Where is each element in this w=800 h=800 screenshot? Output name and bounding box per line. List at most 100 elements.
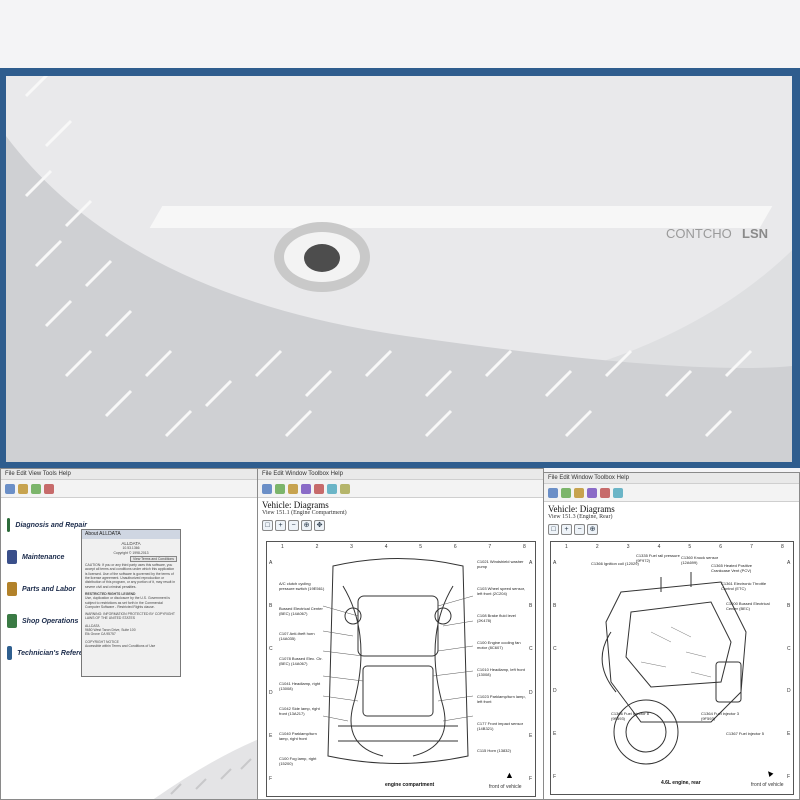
diagram-callout[interactable]: C100 Engine cooling fan motor (8C607): [477, 640, 529, 650]
grid-column-label: 2: [595, 544, 599, 550]
nav-item-maintenance[interactable]: Maintenance: [7, 541, 87, 573]
zoom-window-icon[interactable]: ⊕: [301, 520, 312, 531]
grid-row-label: F: [787, 774, 791, 780]
engine-compartment-diagram[interactable]: 12345678 AABBCCDDEEFF A/C clutch cycling…: [266, 541, 536, 797]
grid-column-label: 4: [657, 544, 661, 550]
menubar[interactable]: File Edit Window Toolbox Help: [544, 473, 799, 484]
diagram-callout[interactable]: C1366 Fuel injector 8 (9F593): [611, 711, 659, 721]
about-address-2: Elk Grove CA 95757: [85, 632, 116, 637]
print-icon[interactable]: [31, 483, 41, 494]
home-icon[interactable]: [5, 483, 15, 494]
splash-banner: [149, 206, 773, 228]
grid-column-label: 6: [719, 544, 723, 550]
diagram-callout[interactable]: C1365 Heated Positive Crankcase Vent (PC…: [711, 563, 759, 573]
grid-row-label: C: [553, 645, 557, 652]
folder-icon[interactable]: [18, 483, 28, 494]
menubar[interactable]: File Edit Window Toolbox Help: [258, 469, 543, 480]
arrow-up-icon: ▲: [762, 766, 777, 780]
diagram-callout[interactable]: C103 Wheel speed sensor, left front (2C2…: [477, 586, 529, 596]
diamond-plate-graphic: [6, 76, 792, 462]
diagram-callout[interactable]: C107 Anti-theft horn (14A035): [279, 631, 327, 641]
forward-icon[interactable]: [275, 483, 285, 494]
grid-column-label: 8: [781, 544, 784, 550]
nav-item-diagnosis[interactable]: Diagnosis and Repair: [7, 509, 87, 541]
diagram-callout[interactable]: C1335 Fuel rail pressure (9F972): [636, 553, 684, 563]
diagram-callout[interactable]: C1042 Side lamp, right front (13A217): [279, 706, 327, 716]
building-icon: [7, 614, 17, 628]
menubar[interactable]: File Edit View Tools Help: [1, 469, 257, 480]
grid-row-label: E: [787, 731, 791, 738]
grid-row-label: B: [787, 602, 791, 609]
diagram-callout[interactable]: C115 Horn (13832): [477, 748, 529, 754]
nav-item-shop-operations[interactable]: Shop Operations: [7, 605, 87, 637]
engine-compartment-drawing: [323, 558, 473, 764]
nav-label: Diagnosis and Repair: [15, 521, 87, 529]
nav-item-parts-labor[interactable]: Parts and Labor: [7, 573, 87, 605]
splash-mid-text: CONTCHO: [666, 226, 732, 241]
about-caution-text: CAUTION: If you or any third party uses …: [85, 563, 176, 589]
diagram-callout[interactable]: C1367 Fuel injector 5: [726, 731, 774, 737]
grid-row-label: B: [529, 603, 533, 610]
zoom-out-icon[interactable]: −: [288, 520, 299, 531]
diagram-view-label: View 151.1 (Engine Compartment): [262, 510, 347, 516]
decorative-plate-graphic: [153, 739, 257, 799]
diagram-callout[interactable]: C177 Front impact sensor (14B321): [477, 721, 529, 731]
diagram-callout[interactable]: A/C clutch cycling pressure switch (19E5…: [279, 581, 327, 591]
grid-column-label: 7: [488, 544, 492, 550]
diagram-callout[interactable]: C1366 Ignition coil (12029): [591, 561, 639, 567]
zoom-out-icon[interactable]: −: [574, 524, 585, 535]
bookmark-icon[interactable]: [327, 483, 337, 494]
front-of-vehicle-label: front of vehicle: [751, 782, 784, 788]
zoom-in-icon[interactable]: +: [561, 524, 572, 535]
diagram-callout[interactable]: C1000 Bussed Electrical Center (BEC): [726, 601, 774, 611]
grid-row-label: B: [269, 603, 273, 610]
zoom-fit-icon[interactable]: □: [262, 520, 273, 531]
zoom-controls: □ + − ⊕: [544, 522, 799, 537]
diagram-callout[interactable]: C1364 Fuel injector 3 (9F593): [701, 711, 749, 721]
back-icon[interactable]: [548, 487, 558, 498]
stop-icon[interactable]: [600, 487, 610, 498]
note-icon[interactable]: [340, 483, 350, 494]
view-terms-button[interactable]: View Terms and Conditions: [130, 555, 177, 562]
diagram-callout[interactable]: C1023 Parklamp/turn lamp, left front: [477, 694, 529, 704]
diagram-callout[interactable]: C1010 Headlamp, left front (13008): [477, 667, 529, 677]
bookmark-icon[interactable]: [613, 487, 623, 498]
splash-brand-text: LSN: [742, 226, 768, 241]
forward-icon[interactable]: [561, 487, 571, 498]
gear-icon: [7, 582, 17, 596]
pan-icon[interactable]: ✥: [314, 520, 325, 531]
engine-rear-diagram[interactable]: 1 2 3 4 5 6 7 8 A A B B C C D D E E F F C1366 Ignition coi…: [550, 541, 794, 795]
grid-column-label: 1: [565, 544, 568, 550]
grid-column-label: 5: [419, 544, 423, 550]
app-logo: [274, 222, 370, 292]
grid-row-label: A: [269, 560, 273, 566]
stop-icon[interactable]: [314, 483, 324, 494]
reference-book-icon: [7, 646, 13, 660]
diagram-callout[interactable]: C1040 Parklamp/turn lamp, right front: [279, 731, 327, 741]
zoom-in-icon[interactable]: +: [275, 520, 286, 531]
grid-row-label: B: [553, 602, 557, 609]
diagram-callout[interactable]: C1021 Windshield washer pump: [477, 559, 529, 569]
print-icon[interactable]: [288, 483, 298, 494]
nav-item-technician-reference[interactable]: Technician's Referen: [7, 637, 87, 669]
close-icon[interactable]: [44, 483, 54, 494]
diagram-callout[interactable]: C1361 Electronic Throttle Control (ETC): [721, 581, 769, 591]
grid-column-label: 4: [384, 544, 388, 550]
grid-row-label: D: [529, 689, 533, 696]
zoom-window-icon[interactable]: ⊕: [587, 524, 598, 535]
zoom-fit-icon[interactable]: □: [548, 524, 559, 535]
nav-label: Technician's Referen: [17, 649, 87, 657]
diagram-callout[interactable]: C1041 Headlamp, right (13008): [279, 681, 327, 691]
print-icon[interactable]: [574, 487, 584, 498]
diagram-icon[interactable]: [587, 487, 597, 498]
toolbar: [258, 480, 543, 498]
diagram-icon[interactable]: [301, 483, 311, 494]
diagram-callout[interactable]: C108 Brake fluid level (2K478): [477, 613, 529, 623]
diagram-callout[interactable]: C100 Fog lamp, right (15200): [279, 756, 327, 766]
grid-column-label: 3: [626, 544, 630, 550]
diagram-callout[interactable]: C1078 Bussed Elec. Ctr. (BEC) (14A067): [279, 656, 327, 666]
back-icon[interactable]: [262, 483, 272, 494]
diagram-callout[interactable]: Bussed Electrical Center (BEC) (14A067): [279, 606, 327, 616]
nav-list: Diagnosis and Repair Maintenance Parts a…: [7, 509, 87, 669]
nav-label: Parts and Labor: [22, 585, 76, 593]
